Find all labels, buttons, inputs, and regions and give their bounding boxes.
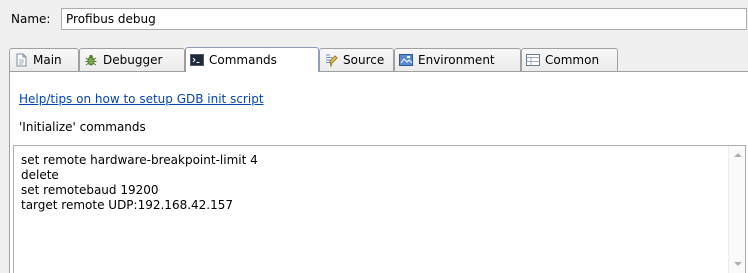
scroll-down-arrow-icon[interactable]: [734, 262, 742, 266]
tab-source-label: Source: [343, 53, 385, 67]
tab-source[interactable]: Source: [319, 48, 394, 71]
name-field[interactable]: [61, 8, 747, 30]
vertical-scrollbar[interactable]: [728, 146, 745, 273]
tab-common-label: Common: [545, 53, 600, 67]
tab-environment[interactable]: Environment: [394, 48, 521, 71]
table-icon: [526, 53, 540, 67]
terminal-icon: [190, 53, 204, 67]
help-link[interactable]: Help/tips on how to setup GDB init scrip…: [19, 92, 264, 106]
tab-debugger[interactable]: Debugger: [79, 48, 185, 71]
initialize-commands-box: set remote hardware-breakpoint-limit 4 d…: [13, 145, 746, 273]
initialize-commands-label: 'Initialize' commands: [19, 120, 146, 134]
tab-debugger-label: Debugger: [103, 53, 163, 67]
tab-main[interactable]: Main: [9, 48, 79, 71]
tab-environment-label: Environment: [418, 53, 495, 67]
tab-bar: Main Debugger Commands Source Environmen…: [9, 47, 748, 72]
name-label: Name:: [11, 12, 51, 26]
source-icon: [324, 53, 338, 68]
scroll-up-arrow-icon[interactable]: [734, 153, 742, 157]
initialize-commands-textarea[interactable]: set remote hardware-breakpoint-limit 4 d…: [14, 146, 728, 273]
tab-common[interactable]: Common: [521, 48, 618, 71]
tab-commands-label: Commands: [209, 53, 277, 67]
name-row: Name:: [0, 0, 748, 38]
tab-main-label: Main: [33, 53, 62, 67]
document-icon: [14, 53, 28, 67]
tab-commands[interactable]: Commands: [185, 47, 319, 72]
bug-icon: [84, 53, 98, 67]
commands-panel: Help/tips on how to setup GDB init scrip…: [9, 71, 748, 273]
environment-icon: [399, 53, 413, 67]
